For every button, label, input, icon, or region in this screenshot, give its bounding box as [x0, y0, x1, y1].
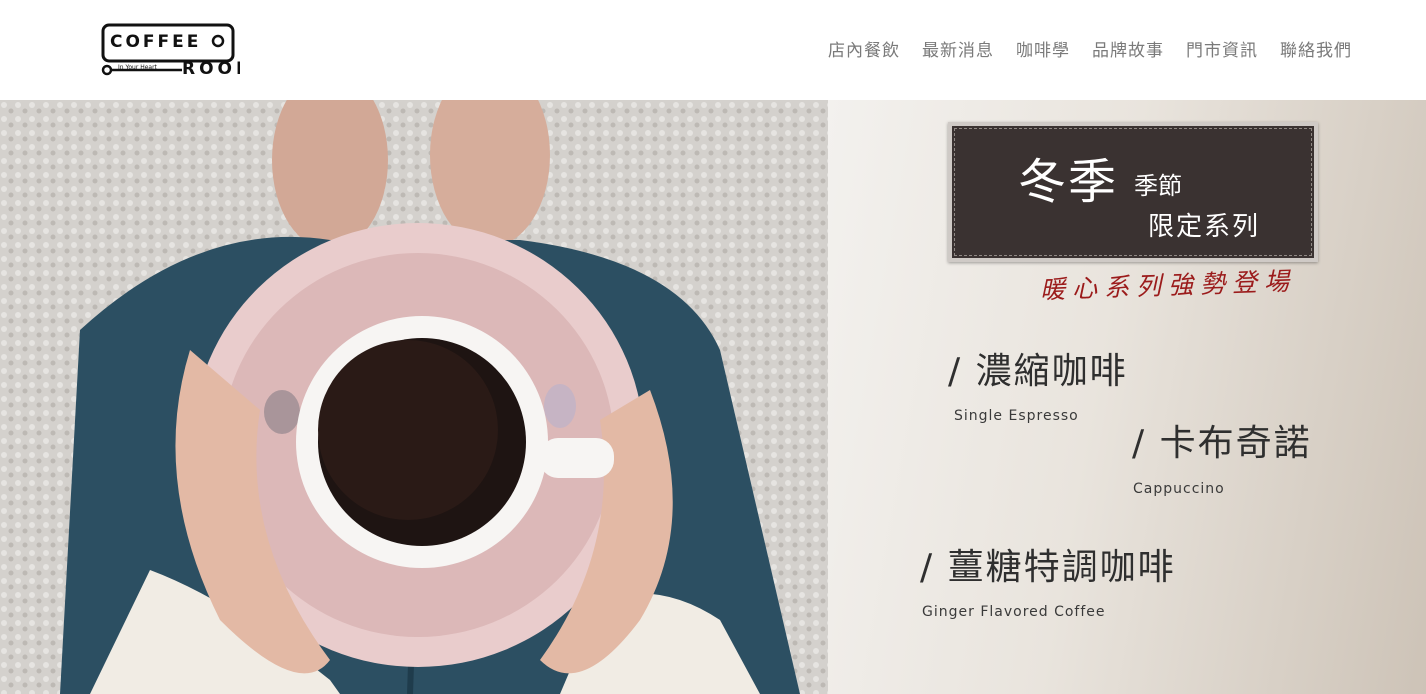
nav-item-brand-story[interactable]: 品牌故事	[1092, 36, 1164, 61]
menu-item-ginger-coffee-en: Ginger Flavored Coffee	[922, 604, 1106, 620]
coffee-cup-illustration	[0, 100, 828, 694]
coffee-room-logo[interactable]: COFFEE In Your Heart ROOM	[100, 22, 240, 80]
chalkboard-sign: 冬季 季節 限定系列	[948, 122, 1318, 262]
menu-item-cappuccino-zh: / 卡布奇諾	[1132, 423, 1312, 464]
menu-item-cappuccino-en: Cappuccino	[1133, 481, 1225, 497]
logo-top-text: COFFEE	[110, 32, 201, 52]
winter-promo-panel: 冬季 季節 限定系列 暖心系列強勢登場 / 濃縮咖啡 Single Espres…	[828, 100, 1426, 694]
logo-bottom-text: ROOM	[182, 59, 240, 79]
board-subtitle-1: 季節	[1134, 172, 1182, 200]
logo-tagline-text: In Your Heart	[118, 64, 158, 71]
promo-tagline: 暖心系列強勢登場	[1039, 266, 1297, 305]
main-nav: 店內餐飲 最新消息 咖啡學 品牌故事 門市資訊 聯絡我們	[828, 36, 1352, 61]
nav-item-stores[interactable]: 門市資訊	[1186, 36, 1258, 61]
nav-item-menu[interactable]: 店內餐飲	[828, 36, 900, 61]
hero-coffee-photo	[0, 100, 828, 694]
menu-item-espresso-zh: / 濃縮咖啡	[948, 351, 1128, 392]
menu-item-espresso-en: Single Espresso	[954, 408, 1079, 424]
nav-item-coffee-knowledge[interactable]: 咖啡學	[1016, 36, 1070, 61]
nav-item-news[interactable]: 最新消息	[922, 36, 994, 61]
menu-item-ginger-coffee-zh: / 薑糖特調咖啡	[920, 547, 1176, 588]
board-title: 冬季	[1018, 154, 1119, 210]
board-subtitle-2: 限定系列	[1148, 212, 1261, 242]
nav-item-contact[interactable]: 聯絡我們	[1280, 36, 1352, 61]
site-header: COFFEE In Your Heart ROOM 店內餐飲 最新消息 咖啡學 …	[0, 0, 1426, 100]
hero-banner: 冬季 季節 限定系列 暖心系列強勢登場 / 濃縮咖啡 Single Espres…	[0, 100, 1426, 694]
